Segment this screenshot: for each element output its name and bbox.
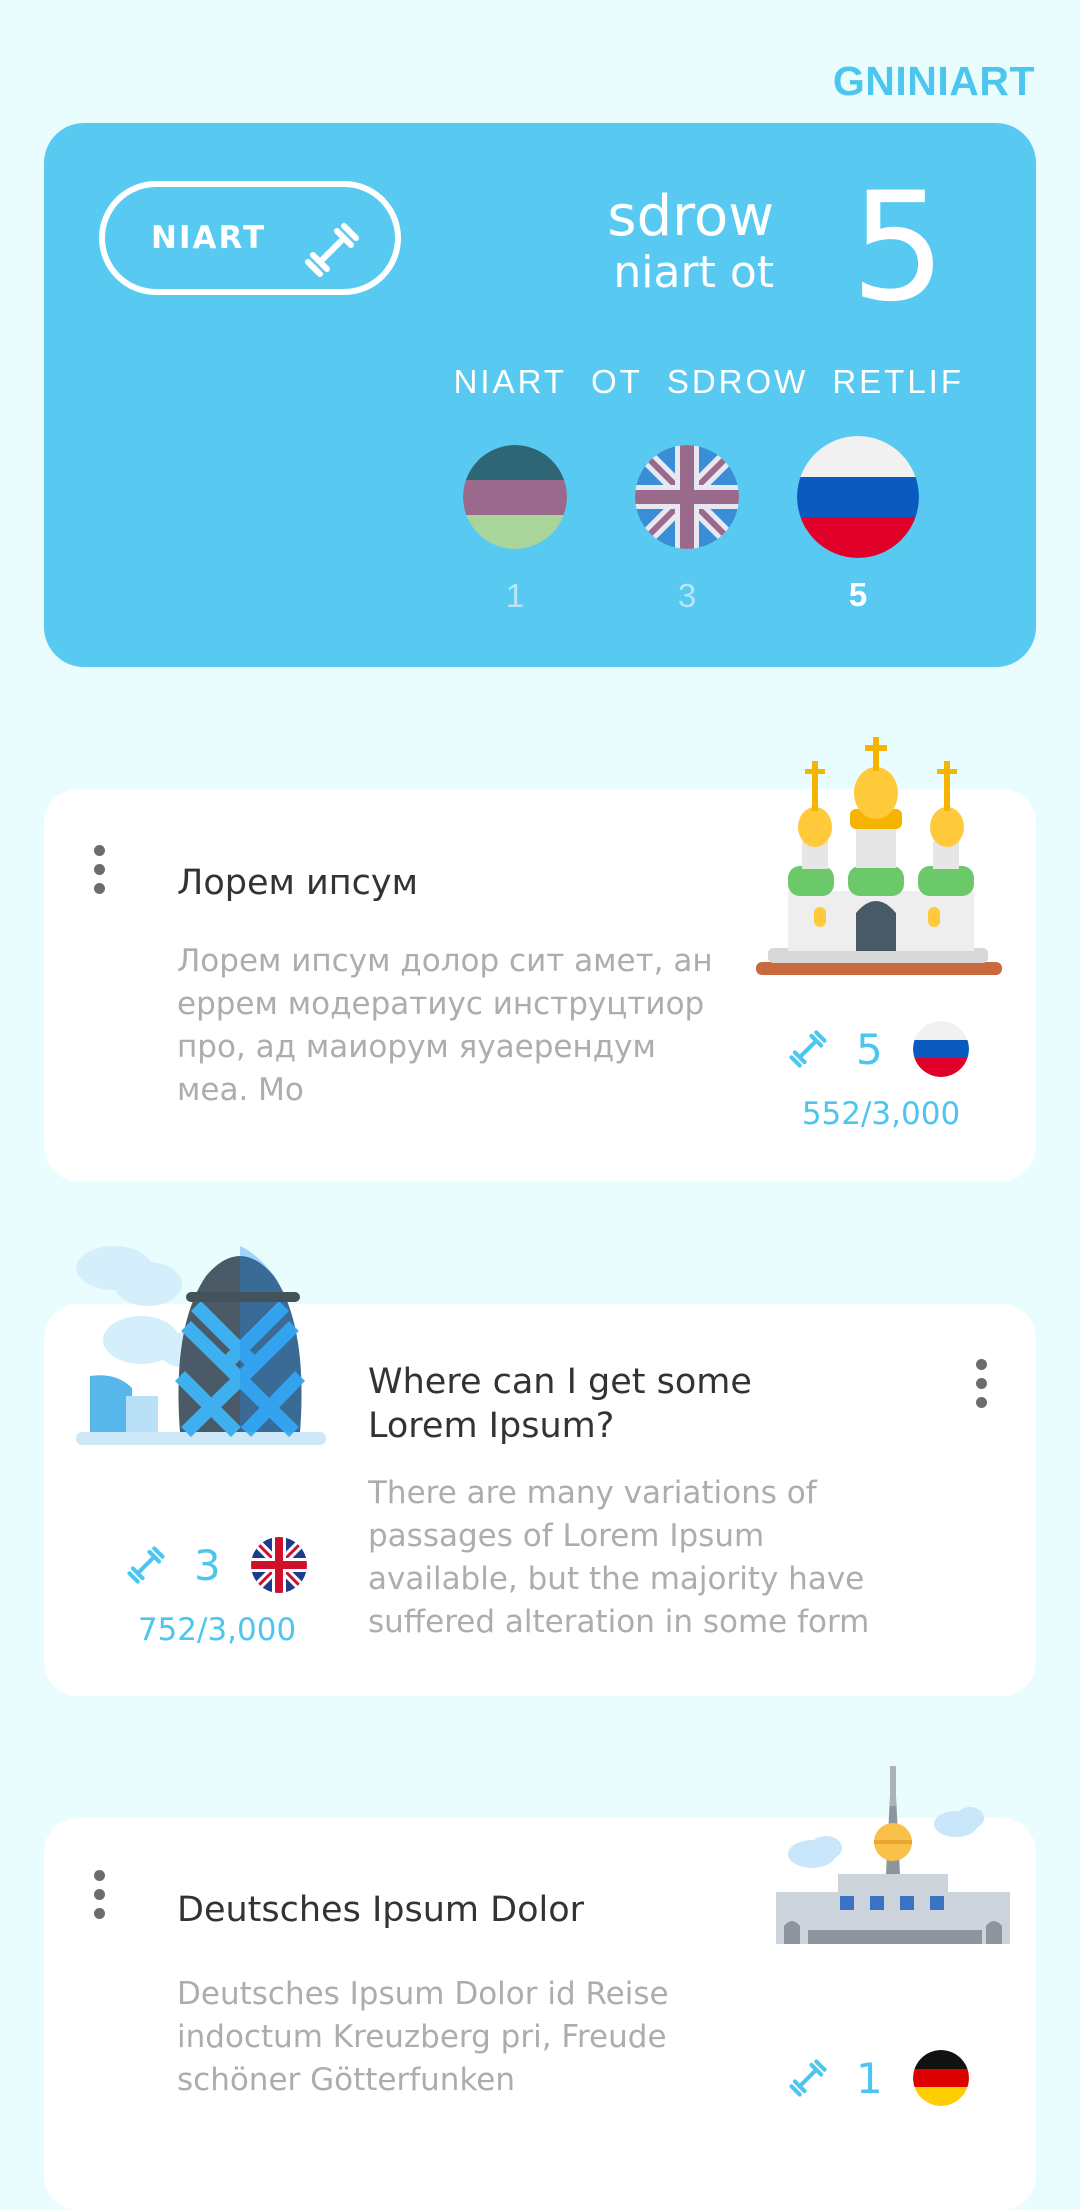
germany-flag-icon xyxy=(912,2050,969,2106)
dumbbell-icon xyxy=(127,1546,165,1584)
card-title: Лорем ипсум xyxy=(177,863,419,903)
lesson-card[interactable]: Лорем ипсум Лорем ипсум долор сит амет, … xyxy=(44,737,1036,1181)
flag-filter-german[interactable]: 1 xyxy=(463,445,567,615)
lesson-card[interactable]: Deutsches Ipsum Dolor Deutsches Ipsum Do… xyxy=(44,1766,1036,2210)
church-illustration xyxy=(756,737,1002,975)
filter-word: OT xyxy=(590,363,643,400)
card-stats: 5 xyxy=(788,1021,969,1077)
card-description: Deutsches Ipsum Dolor id Reise indoctum … xyxy=(177,1976,669,2098)
card-title: Where can I get some Lorem Ipsum? xyxy=(368,1362,752,1446)
card-progress: 752/3,000 xyxy=(137,1612,297,1648)
card-description: There are many variations of passages of… xyxy=(368,1475,870,1640)
flag-filter-russia[interactable]: 5 xyxy=(797,436,919,614)
german-style-flag-icon xyxy=(463,445,567,549)
flag-filter-count: 3 xyxy=(677,577,697,614)
russia-flag-icon xyxy=(912,1021,969,1077)
card-description: Лорем ипсум долор сит амет, ан еррем мод… xyxy=(177,943,713,1108)
flag-filter-uk[interactable]: 3 xyxy=(635,445,739,615)
uk-flag-icon xyxy=(250,1537,307,1593)
filter-word: RETLIF xyxy=(832,363,964,400)
card-level: 1 xyxy=(856,2053,883,2103)
russia-flag-icon xyxy=(797,436,919,558)
hero-card: NIART sdrow niart ot 5 NIART OT SDROW RE… xyxy=(44,123,1036,667)
more-options-icon[interactable] xyxy=(974,1359,988,1409)
train-button[interactable]: NIART xyxy=(99,181,401,295)
flag-filter-count: 5 xyxy=(848,576,868,613)
tv-tower-illustration xyxy=(776,1766,1010,1944)
gherkin-tower-illustration xyxy=(76,1246,326,1445)
more-options-icon[interactable] xyxy=(92,845,106,895)
card-title: Deutsches Ipsum Dolor xyxy=(177,1890,585,1930)
card-stats: 3 xyxy=(126,1537,307,1593)
words-label-line1: sdrow xyxy=(607,184,774,249)
dumbbell-icon xyxy=(789,1030,827,1068)
lesson-card[interactable]: 3 752/3,000 Where can I get some Lorem I… xyxy=(44,1246,1036,1696)
dumbbell-icon xyxy=(789,2059,827,2097)
words-to-train-label: sdrow niart ot xyxy=(607,189,774,295)
filter-words-label: NIART OT SDROW RETLIF xyxy=(454,363,964,401)
more-options-icon[interactable] xyxy=(92,1870,106,1920)
card-progress: 552/3,000 xyxy=(801,1096,961,1132)
words-to-train-count: 5 xyxy=(850,161,946,335)
uk-flag-icon xyxy=(635,445,739,549)
filter-word: NIART xyxy=(453,363,567,400)
filter-word: SDROW xyxy=(666,363,809,400)
train-button-label: NIART xyxy=(151,220,267,256)
words-label-line2: niart ot xyxy=(613,247,774,298)
screen-title: GNINIART xyxy=(832,58,1035,104)
dumbbell-icon xyxy=(303,221,361,283)
card-stats: 1 xyxy=(788,2050,969,2106)
card-level: 5 xyxy=(856,1024,883,1074)
card-level: 3 xyxy=(194,1540,221,1590)
flag-filter-count: 1 xyxy=(505,577,525,614)
